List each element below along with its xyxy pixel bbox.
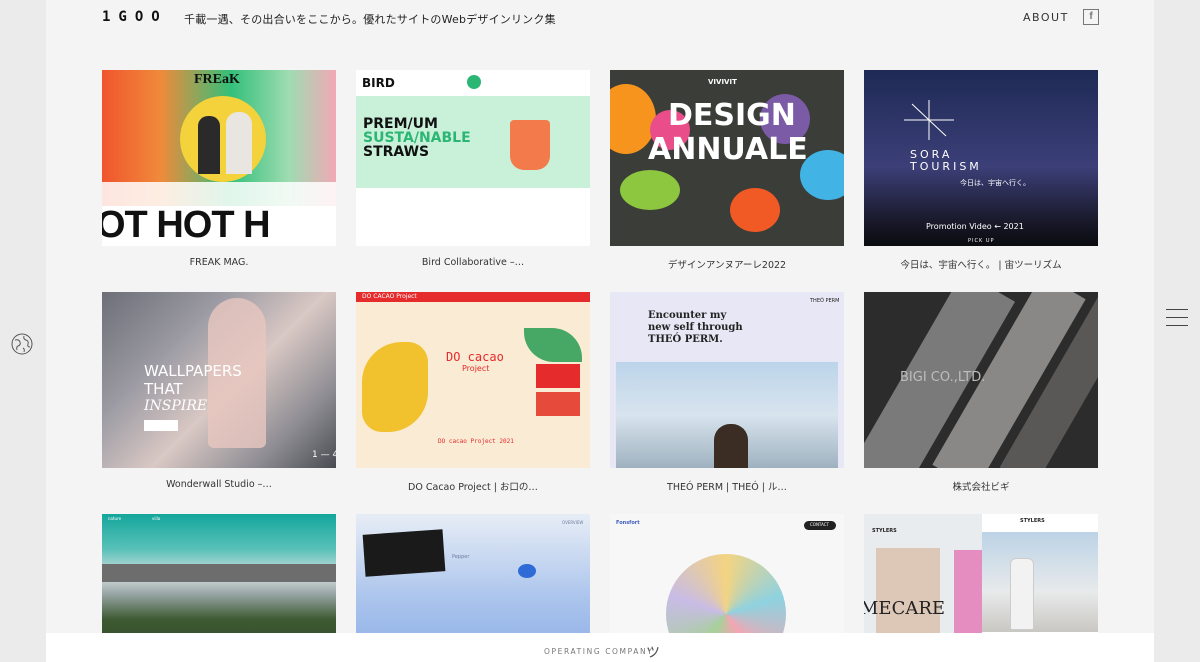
thumb-text: Encounter my [648, 310, 727, 321]
thumb-blob [620, 170, 680, 210]
site-title[interactable]: Bird Collaborative –… [356, 257, 590, 268]
thumb-text: nature [108, 516, 122, 521]
thumb-text: STRAWS [363, 144, 430, 160]
thumb-text: DESIGN [668, 98, 796, 133]
sora-logo-icon [904, 100, 954, 140]
about-link[interactable]: ABOUT [1023, 11, 1069, 24]
thumb-bottle [1010, 558, 1034, 630]
thumb-text: THAT [144, 380, 183, 398]
thumbnail[interactable]: DO CACAO Project DO cacao Project DO cac… [356, 292, 590, 468]
main-content: 1GOO 千載一遇、その出合いをここから。優れたサイトのWebデザインリンク集 … [46, 0, 1154, 662]
thumb-photo [954, 550, 984, 640]
thumb-drink [510, 120, 550, 170]
right-sidebar [1154, 0, 1200, 662]
thumb-text: new self through [648, 322, 743, 333]
site-logo[interactable]: 1GOO [102, 9, 168, 25]
thumb-card [536, 392, 580, 416]
thumb-splash [518, 564, 536, 578]
thumb-text: Project [462, 364, 490, 373]
thumb-text: PICK UP [968, 238, 995, 244]
thumb-card [536, 364, 580, 388]
thumb-text: Promotion Video ← 2021 [926, 222, 1024, 231]
thumb-text: VIVIVIT [708, 78, 737, 86]
thumb-text: DO CACAO Project [362, 293, 417, 300]
site-title[interactable]: 今日は、宇宙へ行く。 | 宙ツーリズム [864, 257, 1098, 271]
thumb-figure [714, 424, 748, 468]
thumb-image-circle [180, 96, 266, 182]
thumb-text: BIGI CO.,LTD. [900, 370, 986, 385]
thumbnail[interactable]: FREaK OT HOT H [102, 70, 336, 246]
thumb-mask-image [362, 529, 446, 577]
thumb-leaf [362, 342, 428, 432]
site-title[interactable]: 株式会社ビギ [864, 479, 1098, 493]
site-title[interactable]: THEÓ PERM | THEÓ | ル… [610, 479, 844, 493]
thumb-text: DO cacao Project 2021 [438, 438, 514, 445]
thumb-blob [730, 188, 780, 232]
thumb-button [144, 420, 178, 431]
left-sidebar [0, 0, 46, 662]
thumb-text: WALLPAPERS [144, 362, 242, 380]
thumb-text: OVERVIEW [562, 520, 584, 525]
operating-company-link[interactable]: OPERATING COMPANY [544, 647, 653, 656]
thumb-text: MECARE [864, 598, 946, 619]
thumb-leaf [524, 328, 582, 362]
thumb-text: OT HOT H [102, 204, 271, 246]
thumb-text: Pepper [452, 554, 470, 560]
thumb-text: CONTACT [810, 522, 829, 527]
thumbnail[interactable]: BIGI CO.,LTD. [864, 292, 1098, 468]
facebook-icon[interactable]: f [1083, 9, 1099, 25]
thumb-band [102, 182, 336, 206]
thumb-photo [982, 532, 1098, 632]
thumb-text: ANNUALE [648, 132, 808, 167]
site-title[interactable]: Wonderwall Studio –… [102, 479, 336, 490]
thumb-text: Fonsfort [616, 520, 640, 526]
site-title[interactable]: デザインアンヌアーレ2022 [610, 257, 844, 271]
thumb-figure [226, 112, 252, 174]
thumb-text: THEÓ PERM [810, 298, 840, 304]
thumb-text: STYLERS [1020, 518, 1045, 524]
thumb-roof [102, 564, 336, 582]
thumb-text: STYLERS [872, 528, 897, 534]
thumbnail[interactable]: SORA TOURISM 今日は、宇宙へ行く。 Promotion Video … [864, 70, 1098, 246]
thumb-text: INSPIRE [144, 398, 208, 414]
thumb-text: villa [152, 516, 161, 521]
thumb-logo-circle [467, 75, 481, 89]
company-mark-icon[interactable]: ツ [646, 642, 660, 662]
thumbnail[interactable]: VIVIVIT DESIGN ANNUALE [610, 70, 844, 246]
thumb-text: 今日は、宇宙へ行く。 [960, 179, 1030, 187]
globe-icon[interactable] [11, 333, 33, 355]
thumb-figure [198, 116, 220, 174]
thumb-band [356, 188, 590, 246]
site-tagline: 千載一遇、その出合いをここから。優れたサイトのWebデザインリンク集 [184, 13, 556, 26]
site-header: 1GOO 千載一遇、その出合いをここから。優れたサイトのWebデザインリンク集 … [46, 0, 1154, 40]
footer: OPERATING COMPANY ツ [46, 633, 1154, 662]
thumb-text: TOURISM [910, 160, 982, 173]
thumbnail[interactable]: Encounter my new self through THEÓ PERM.… [610, 292, 844, 468]
thumbnail[interactable]: WALLPAPERS THAT INSPIRE 1 — 4 [102, 292, 336, 468]
thumb-text: 1 — 4 [312, 450, 336, 460]
thumbnail[interactable]: BIRD PREM/UM SUSTA/NABLE STRAWS [356, 70, 590, 246]
thumb-text: FREaK [194, 72, 240, 87]
hamburger-menu-icon[interactable] [1166, 309, 1188, 326]
thumb-text: DO cacao [446, 350, 504, 364]
site-title[interactable]: FREAK MAG. [102, 257, 336, 268]
site-title[interactable]: DO Cacao Project | お口の… [356, 479, 590, 493]
thumb-text: THEÓ PERM. [648, 334, 723, 345]
thumb-text: BIRD [362, 76, 395, 90]
